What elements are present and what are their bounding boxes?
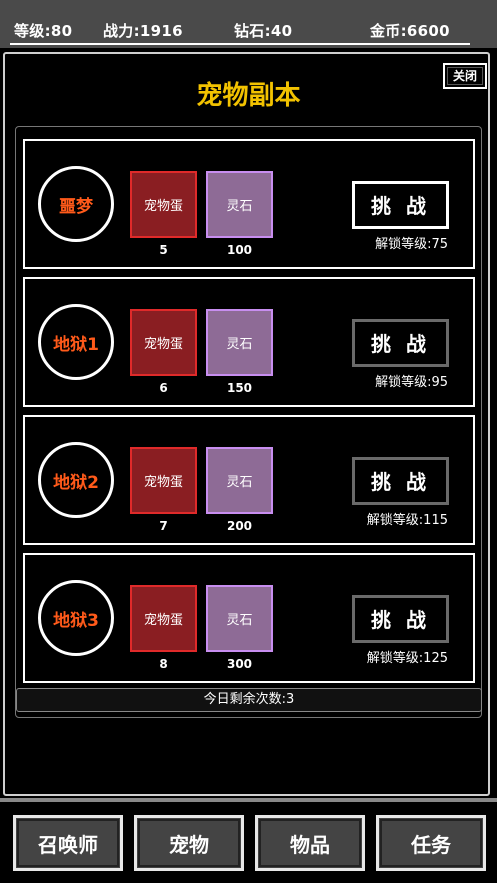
spirit-stone-count: 200 <box>226 519 253 533</box>
pet-egg-label: 宠物蛋 <box>143 613 183 628</box>
remaining-attempts: 今日剩余次数:3 <box>16 688 482 712</box>
pet-egg-count: 8 <box>159 657 168 671</box>
boss-avatar: 地狱3 <box>38 580 114 656</box>
pet-egg-reward[interactable]: 宠物蛋 <box>130 171 197 238</box>
tab-summoner[interactable]: 召唤师 <box>13 815 123 871</box>
boss-avatar: 地狱1 <box>38 304 114 380</box>
boss-avatar: 噩梦 <box>38 166 114 242</box>
dungeon-card: 地狱3 宠物蛋 8 灵石 300 挑 战 解锁等级:125 <box>23 553 475 683</box>
level-stat: 等级:80 <box>14 22 73 40</box>
tab-label: 召唤师 <box>38 832 98 857</box>
dungeon-card: 噩梦 宠物蛋 5 灵石 100 挑 战 解锁等级:75 <box>23 139 475 269</box>
unlock-level: 解锁等级:115 <box>366 513 448 528</box>
dungeon-card: 地狱2 宠物蛋 7 灵石 200 挑 战 解锁等级:115 <box>23 415 475 545</box>
diamond-stat: 钻石:40 <box>234 22 293 40</box>
status-divider <box>10 43 470 45</box>
unlock-level: 解锁等级:95 <box>375 375 448 390</box>
gold-stat: 金币:6600 <box>370 22 450 40</box>
pet-egg-count: 7 <box>159 519 168 533</box>
unlock-level: 解锁等级:125 <box>366 651 448 666</box>
spirit-stone-label: 灵石 <box>226 475 253 490</box>
tab-items[interactable]: 物品 <box>255 815 365 871</box>
tab-pets[interactable]: 宠物 <box>134 815 244 871</box>
tab-quests[interactable]: 任务 <box>376 815 486 871</box>
spirit-stone-reward[interactable]: 灵石 <box>206 171 273 238</box>
status-bar: 等级:80 战力:1916 钻石:40 金币:6600 <box>0 0 497 48</box>
spirit-stone-count: 150 <box>226 381 253 395</box>
tab-label: 物品 <box>290 832 330 857</box>
tab-bar-divider <box>0 798 497 802</box>
spirit-stone-reward[interactable]: 灵石 <box>206 585 273 652</box>
spirit-stone-count: 100 <box>226 243 253 257</box>
pet-egg-reward[interactable]: 宠物蛋 <box>130 585 197 652</box>
page-title: 宠物副本 <box>196 81 301 111</box>
pet-egg-reward[interactable]: 宠物蛋 <box>130 309 197 376</box>
pet-egg-label: 宠物蛋 <box>143 199 183 214</box>
unlock-level: 解锁等级:75 <box>375 237 448 252</box>
spirit-stone-label: 灵石 <box>226 199 253 214</box>
spirit-stone-reward[interactable]: 灵石 <box>206 447 273 514</box>
spirit-stone-label: 灵石 <box>226 613 253 628</box>
dungeon-card: 地狱1 宠物蛋 6 灵石 150 挑 战 解锁等级:95 <box>23 277 475 407</box>
tab-label: 任务 <box>411 832 451 857</box>
boss-name: 噩梦 <box>59 196 93 217</box>
boss-name: 地狱3 <box>53 610 99 631</box>
spirit-stone-reward[interactable]: 灵石 <box>206 309 273 376</box>
spirit-stone-label: 灵石 <box>226 337 253 352</box>
boss-name: 地狱1 <box>53 334 99 355</box>
challenge-button[interactable]: 挑 战 <box>352 319 449 367</box>
pet-egg-count: 6 <box>159 381 168 395</box>
tab-label: 宠物 <box>169 832 209 857</box>
spirit-stone-count: 300 <box>226 657 253 671</box>
pet-egg-label: 宠物蛋 <box>143 475 183 490</box>
pet-egg-reward[interactable]: 宠物蛋 <box>130 447 197 514</box>
challenge-button[interactable]: 挑 战 <box>352 457 449 505</box>
challenge-button[interactable]: 挑 战 <box>352 181 449 229</box>
pet-egg-label: 宠物蛋 <box>143 337 183 352</box>
boss-avatar: 地狱2 <box>38 442 114 518</box>
boss-name: 地狱2 <box>53 472 99 493</box>
power-stat: 战力:1916 <box>103 22 183 40</box>
challenge-button[interactable]: 挑 战 <box>352 595 449 643</box>
pet-egg-count: 5 <box>159 243 168 257</box>
close-button[interactable]: 关闭 <box>443 63 487 89</box>
